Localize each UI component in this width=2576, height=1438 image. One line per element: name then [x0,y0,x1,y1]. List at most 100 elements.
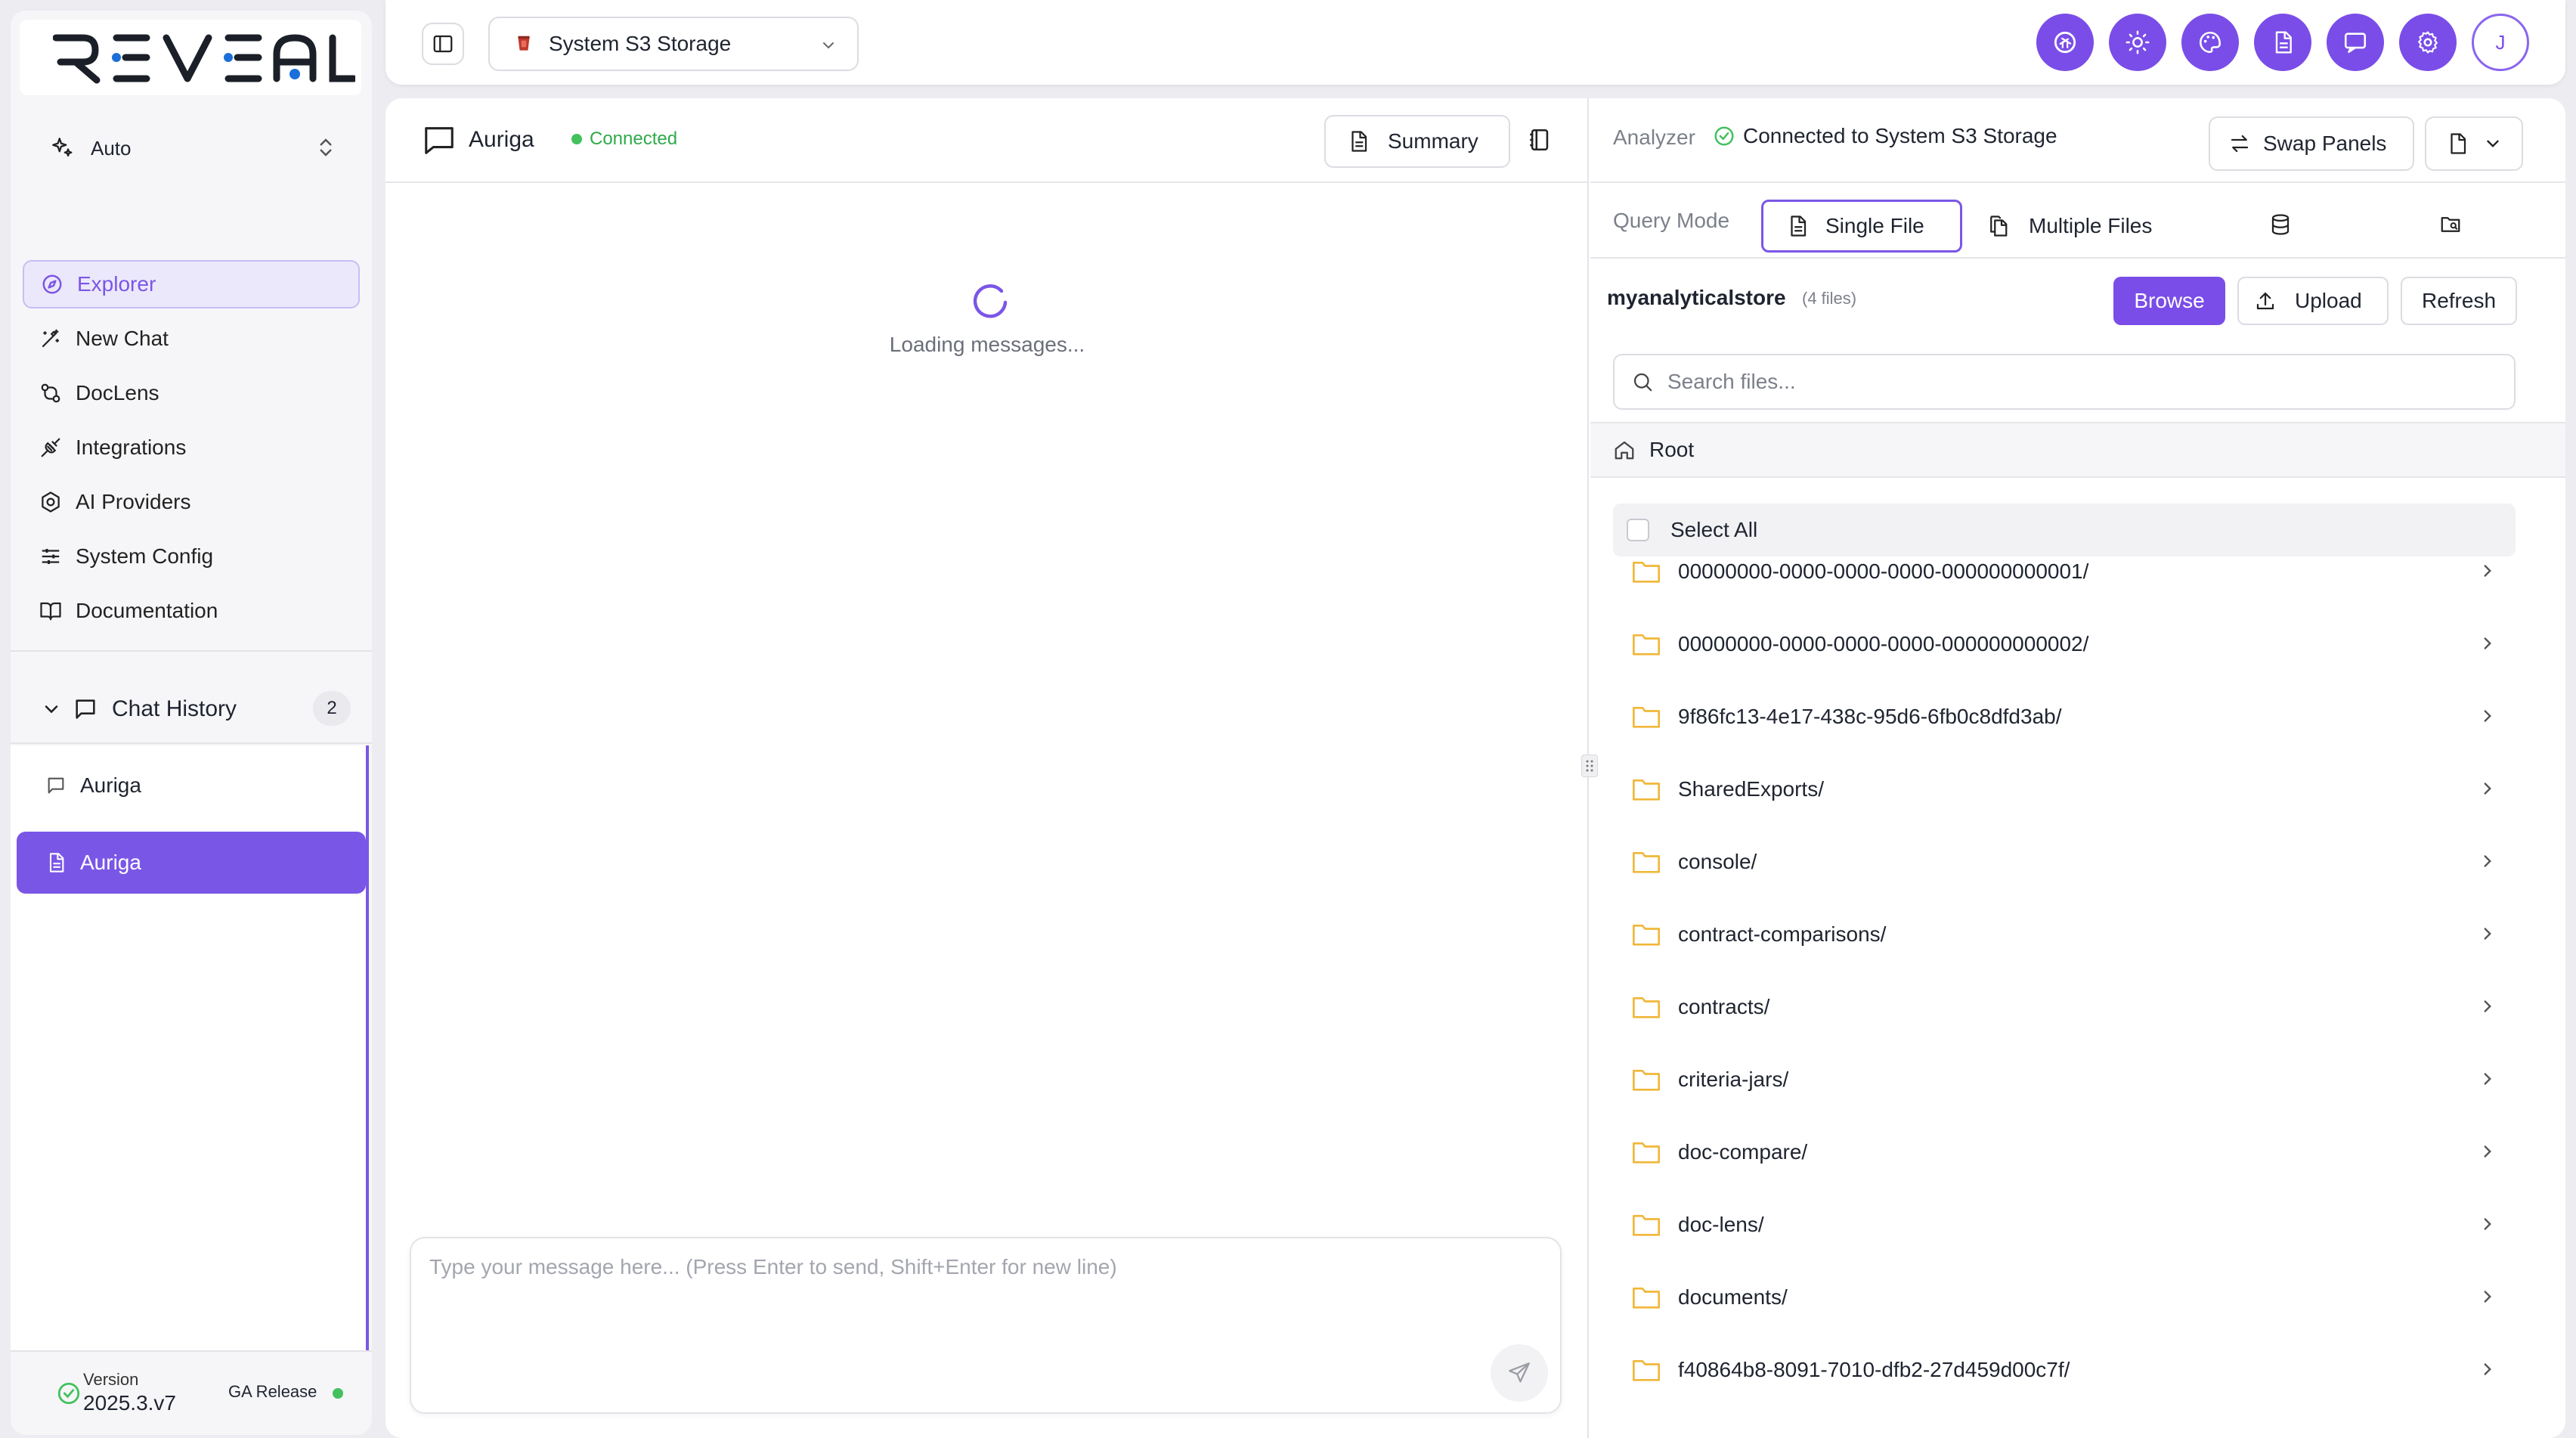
summary-button-label: Summary [1388,129,1478,153]
chat-header: Auriga Connected Summary [385,98,1589,183]
mode-selector[interactable]: Auto [50,132,337,165]
folder-row[interactable]: SharedExports/ [1613,758,2516,821]
store-toolbar: myanalyticalstore (4 files) Browse Uploa… [1590,259,2565,340]
chevron-down-icon [45,705,58,714]
divider [11,650,372,652]
chat-history-toggle[interactable]: Chat History 2 [41,686,351,732]
nav-item-new-chat[interactable]: New Chat [23,315,360,363]
folder-row[interactable]: doc-compare/ [1613,1120,2516,1184]
compass-icon [42,274,62,294]
mode-label: Auto [91,136,132,160]
nav-label: DocLens [76,381,159,404]
nav-item-doclens[interactable]: DocLens [23,369,360,417]
folder-icon [1633,1070,1660,1091]
nav-item-ai-providers[interactable]: AI Providers [23,478,360,526]
chevron-right-icon [2484,1000,2491,1012]
folder-name: console/ [1678,850,1757,873]
send-button[interactable] [1491,1344,1548,1402]
folder-row[interactable]: doc-lens/ [1613,1193,2516,1257]
swap-icon [2231,135,2249,153]
single-file-tab[interactable]: Single File [1761,200,1962,253]
document-button[interactable] [2254,14,2311,71]
chevron-down-icon [823,42,834,49]
folder-row[interactable]: 00000000-0000-0000-0000-000000000002/ [1613,612,2516,676]
folder-name: contract-comparisons/ [1678,922,1887,946]
chevron-right-icon [2484,1073,2491,1085]
swap-panels-button[interactable]: Swap Panels [2209,116,2414,171]
folder-row[interactable]: f40864b8-8091-7010-dfb2-27d459d00c7f/ [1613,1338,2516,1402]
folder-name: contracts/ [1678,995,1770,1018]
folder-icon [1633,634,1660,655]
folder-row[interactable]: contract-comparisons/ [1613,903,2516,966]
chat-history-item[interactable]: Auriga [17,755,366,817]
palette-icon [2199,31,2221,54]
file-type-dropdown[interactable] [2425,116,2523,171]
folder-icon [1633,779,1660,801]
document-icon [2275,31,2292,54]
refresh-button[interactable]: Refresh [2401,277,2517,325]
breadcrumb-root[interactable]: Root [1590,422,2565,478]
folder-row[interactable]: 00000000-0000-0000-0000-000000000001/ [1613,540,2516,603]
nav-item-integrations[interactable]: Integrations [23,423,360,472]
nav-item-system-config[interactable]: System Config [23,532,360,581]
chat-history-item-active[interactable]: Auriga [17,832,366,894]
chat-panel: Auriga Connected Summary Loading message… [385,98,1589,1438]
palette-button[interactable] [2181,14,2239,71]
query-mode-label: Query Mode [1613,209,1730,232]
sliders-icon [42,549,60,564]
folder-search-icon[interactable] [2438,213,2463,236]
storage-select[interactable]: System S3 Storage [488,17,859,71]
folder-icon [1633,1215,1660,1236]
folder-icon [1633,852,1660,873]
chat-button[interactable] [2327,14,2384,71]
folder-icon [1633,707,1660,728]
multiple-files-label: Multiple Files [2029,214,2153,237]
hexagon-icon [42,491,60,513]
chat-icon [2344,33,2367,54]
nav-item-explorer[interactable]: Explorer [23,260,360,308]
chat-history-label: Chat History [112,696,237,721]
files-icon [1990,215,2008,237]
chevron-right-icon [2484,1218,2491,1230]
sidebar-toggle-button[interactable] [422,23,464,65]
folder-row[interactable]: criteria-jars/ [1613,1048,2516,1111]
openai-button[interactable] [2036,14,2094,71]
refresh-label: Refresh [2421,289,2497,312]
user-avatar[interactable]: J [2472,14,2529,71]
folder-row[interactable]: console/ [1613,830,2516,894]
file-text-icon [1791,215,1807,237]
folder-icon [1633,1360,1660,1381]
logo [20,20,361,95]
summary-button[interactable]: Summary [1324,115,1510,168]
nav-item-documentation[interactable]: Documentation [23,587,360,635]
analyzer-panel: Analyzer Connected to System S3 Storage … [1590,98,2565,1438]
notebook-icon[interactable] [1527,127,1553,153]
swap-panels-label: Swap Panels [2263,132,2387,155]
select-all-checkbox[interactable] [1627,519,1649,541]
magic-wand-icon [42,329,60,348]
loading-spinner-icon [973,284,1008,318]
upload-label: Upload [2295,289,2362,312]
doclens-icon [41,383,60,403]
folder-name: doc-lens/ [1678,1213,1764,1236]
file-search-input[interactable] [1667,370,2499,394]
folder-row[interactable]: documents/ [1613,1266,2516,1329]
browse-button[interactable]: Browse [2113,277,2225,325]
chat-history-list: Auriga Auriga [11,745,369,1350]
storage-select-value: System S3 Storage [549,32,732,55]
upload-button[interactable]: Upload [2237,277,2389,325]
connection-status-text: Connected [590,129,678,149]
message-composer[interactable]: Type your message here... (Press Enter t… [410,1237,1562,1414]
chat-history-item-label: Auriga [80,851,141,874]
database-icon[interactable] [2269,213,2292,236]
folder-row[interactable]: contracts/ [1613,975,2516,1039]
theme-toggle-button[interactable] [2109,14,2166,71]
settings-button[interactable] [2399,14,2457,71]
multiple-files-tab[interactable]: Multiple Files [1986,200,2152,253]
nav-label: Explorer [77,272,156,296]
folder-row[interactable]: 9f86fc13-4e17-438c-95d6-6fb0c8dfd3ab/ [1613,685,2516,748]
release-label: GA Release [228,1382,317,1401]
folder-name: doc-compare/ [1678,1140,1808,1164]
store-file-count: (4 files) [1802,289,1857,308]
version-number: 2025.3.v7 [83,1391,176,1415]
